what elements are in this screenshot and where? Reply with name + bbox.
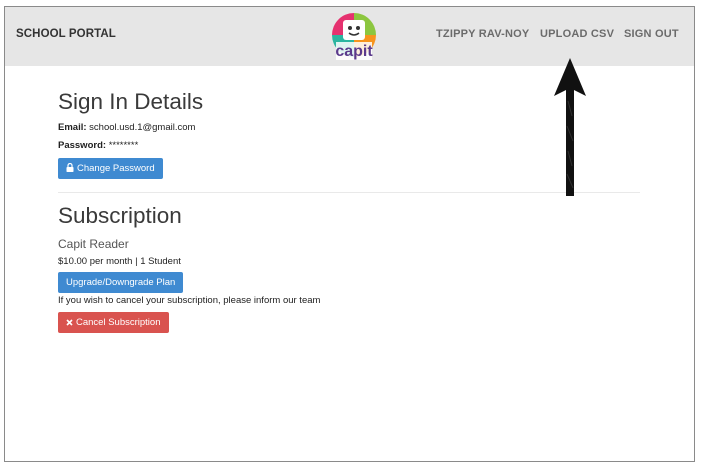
plan-price: $10.00 per month | 1 Student [58,256,181,267]
sign-in-heading: Sign In Details [58,89,204,114]
cancel-subscription-label: Cancel Subscription [76,317,161,328]
lock-icon [66,159,74,180]
change-password-button[interactable]: Change Password [58,158,163,179]
capit-logo[interactable]: capit [330,11,378,63]
cancel-note: If you wish to cancel your subscription,… [58,295,321,306]
close-icon [66,313,73,334]
change-password-label: Change Password [77,163,155,174]
nav-link-upload-csv[interactable]: UPLOAD CSV [540,28,614,40]
upgrade-downgrade-button[interactable]: Upgrade/Downgrade Plan [58,272,184,293]
logo-wordmark: capit [335,43,373,60]
subscription-heading: Subscription [58,203,182,228]
password-row: Password: ******** [58,140,138,151]
nav-link-user[interactable]: TZIPPY RAV-NOY [436,28,529,40]
email-value: school.usd.1@gmail.com [89,122,196,133]
email-row: Email: school.usd.1@gmail.com [58,122,195,133]
browser-frame: SCHOOL PORTAL capit TZIPPY RAV-NOY UPLOA… [4,6,695,462]
arrow-up-icon [550,56,590,198]
brand-link[interactable]: SCHOOL PORTAL [16,28,116,40]
cancel-subscription-button[interactable]: Cancel Subscription [58,312,169,333]
email-label: Email: [58,122,87,133]
top-navbar: SCHOOL PORTAL capit TZIPPY RAV-NOY UPLOA… [5,7,694,66]
nav-link-sign-out[interactable]: SIGN OUT [624,28,679,40]
plan-name: Capit Reader [58,237,129,251]
upgrade-downgrade-label: Upgrade/Downgrade Plan [66,277,176,288]
password-label: Password: [58,140,107,151]
password-value: ******** [108,140,139,151]
